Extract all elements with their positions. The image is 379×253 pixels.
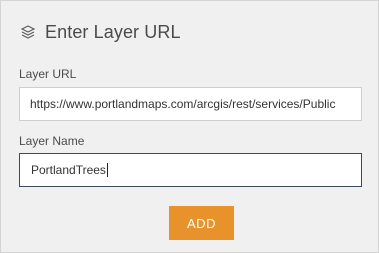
panel-title: Enter Layer URL [45, 21, 181, 42]
add-button[interactable]: ADD [169, 206, 234, 240]
layer-url-input[interactable]: https://www.portlandmaps.com/arcgis/rest… [19, 87, 362, 121]
layer-name-label: Layer Name [19, 134, 85, 148]
panel-header: Enter Layer URL [19, 20, 181, 44]
layer-url-label: Layer URL [19, 67, 77, 81]
layer-name-input[interactable]: PortlandTrees [19, 153, 362, 187]
enter-layer-url-panel: Enter Layer URL Layer URL https://www.po… [0, 0, 379, 253]
layer-url-value: https://www.portlandmaps.com/arcgis/rest… [30, 97, 336, 111]
text-caret [106, 163, 108, 177]
layer-name-value: PortlandTrees [31, 163, 106, 177]
layers-icon [19, 23, 37, 41]
